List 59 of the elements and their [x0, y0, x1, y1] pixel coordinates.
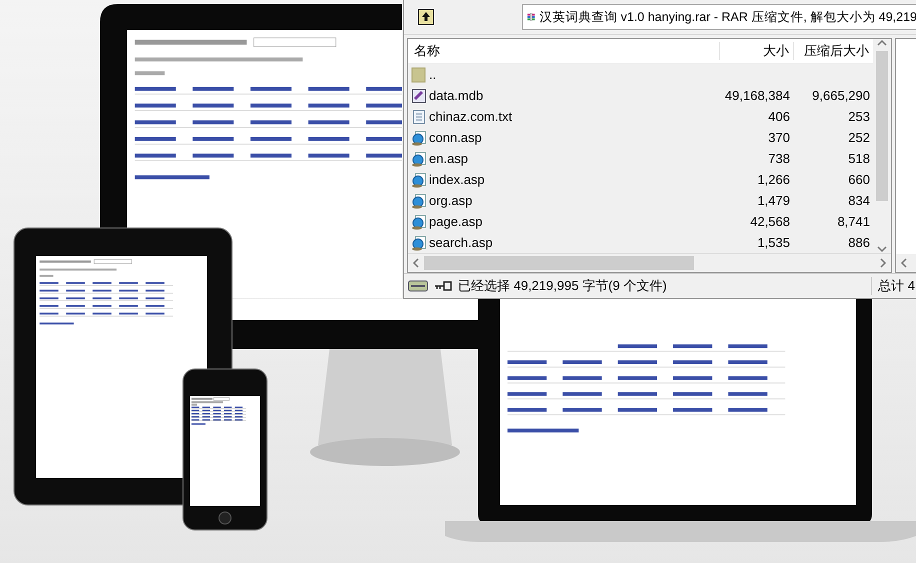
scroll-thumb[interactable]	[424, 256, 694, 270]
horizontal-scrollbar[interactable]	[408, 253, 891, 272]
chevron-up-icon	[877, 39, 887, 47]
file-row[interactable]: org.asp 1,479 834	[408, 190, 873, 211]
chevron-down-icon	[877, 245, 887, 253]
scroll-thumb[interactable]	[876, 51, 888, 201]
packed-size: 660	[847, 172, 871, 187]
file-size: 738	[767, 151, 791, 166]
file-size: 1,479	[756, 193, 791, 208]
file-row[interactable]: ..	[408, 64, 873, 85]
file-size: 406	[767, 109, 791, 124]
drive-icon	[408, 280, 428, 292]
globe-file-icon	[411, 214, 427, 230]
total-text: 总计 4	[871, 277, 916, 295]
packed-size: 252	[847, 130, 871, 145]
key-icon	[434, 281, 452, 291]
file-name: page.asp	[429, 214, 482, 229]
vertical-scrollbar[interactable]	[873, 39, 891, 253]
file-name: conn.asp	[429, 130, 482, 145]
packed-size: 253	[847, 109, 871, 124]
file-row[interactable]: chinaz.com.txt 406 253	[408, 106, 873, 127]
database-file-icon	[411, 88, 427, 104]
packed-size: 886	[847, 235, 871, 250]
column-header[interactable]: 名称	[408, 42, 719, 60]
globe-file-icon	[411, 150, 427, 166]
file-row[interactable]: index.asp 1,266 660	[408, 169, 873, 190]
file-row[interactable]: search.asp 1,535 886	[408, 232, 873, 253]
address-field[interactable]: 汉英词典查询 v1.0 hanying.rar - RAR 压缩文件, 解包大小为 49,219	[522, 4, 916, 30]
chevron-left-icon	[900, 258, 908, 268]
file-row[interactable]: data.mdb 49,168,384 9,665,290	[408, 85, 873, 106]
globe-file-icon	[411, 234, 427, 250]
file-size: 1,535	[756, 235, 791, 250]
file-name: org.asp	[429, 193, 472, 208]
packed-size: 518	[847, 151, 871, 166]
globe-file-icon	[411, 172, 427, 188]
packed-size: 834	[847, 193, 871, 208]
text-file-icon	[411, 108, 427, 124]
chevron-left-icon	[412, 258, 420, 268]
packed-size: 8,741	[836, 214, 871, 229]
file-name: search.asp	[429, 235, 493, 250]
file-name: ..	[429, 67, 436, 82]
globe-file-icon	[411, 130, 427, 146]
file-size: 49,168,384	[724, 88, 791, 103]
chevron-right-icon	[879, 258, 887, 268]
file-name: chinaz.com.txt	[429, 109, 512, 124]
file-name: en.asp	[429, 151, 468, 166]
folder-icon	[411, 66, 427, 82]
file-row[interactable]: en.asp 738 518	[408, 148, 873, 169]
file-row[interactable]: conn.asp 370 252	[408, 127, 873, 148]
file-size: 1,266	[756, 172, 791, 187]
file-name: index.asp	[429, 172, 485, 187]
file-size: 42,568	[749, 214, 791, 229]
globe-file-icon	[411, 192, 427, 208]
file-row[interactable]: page.asp 42,568 8,741	[408, 211, 873, 232]
file-size: 370	[767, 130, 791, 145]
column-header[interactable]: 大小	[719, 42, 793, 60]
status-text: 已经选择 49,219,995 字节(9 个文件)	[458, 277, 667, 295]
file-name: data.mdb	[429, 88, 484, 103]
packed-size: 9,665,290	[811, 88, 871, 103]
